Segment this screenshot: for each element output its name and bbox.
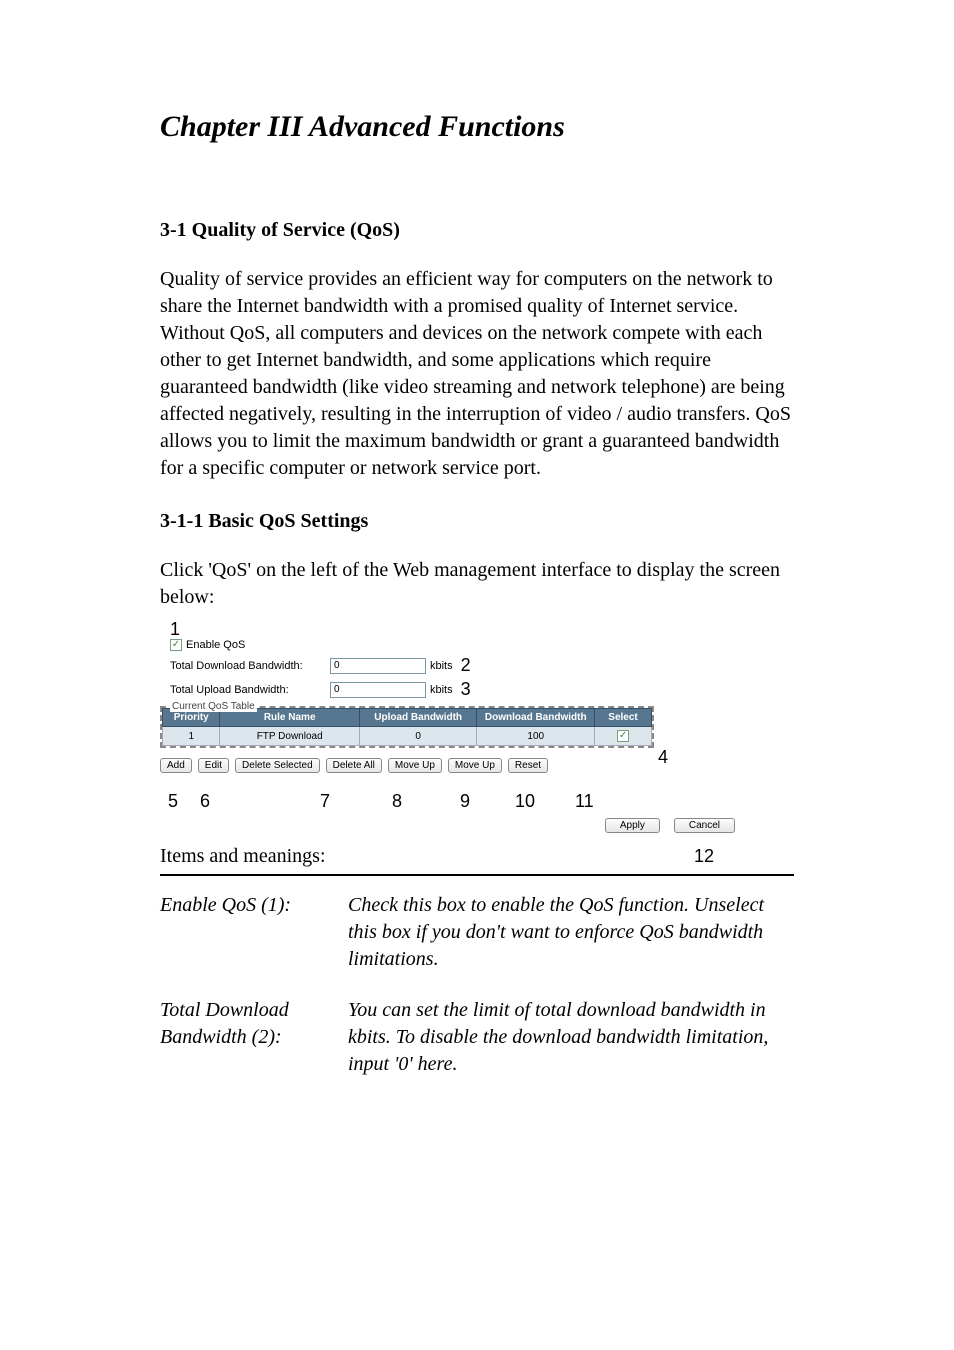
add-button[interactable]: Add [160,758,192,773]
delete-selected-button[interactable]: Delete Selected [235,758,320,773]
apply-button[interactable]: Apply [605,818,660,833]
cell-rule-name: FTP Download [220,727,359,746]
reset-button[interactable]: Reset [508,758,548,773]
items-and-meanings-label: Items and meanings: [160,845,326,868]
cell-priority: 1 [163,727,220,746]
definition-row: Enable QoS (1): Check this box to enable… [160,892,794,973]
total-download-label: Total Download Bandwidth: [170,660,330,672]
definition-row: Total Download Bandwidth (2): You can se… [160,997,794,1078]
def-term-total-download: Total Download Bandwidth (2): [160,997,320,1078]
button-row: Add Edit Delete Selected Delete All Move… [160,758,725,773]
callout-2: 2 [461,655,471,676]
def-desc-enable-qos: Check this box to enable the QoS functio… [348,892,794,973]
total-upload-label: Total Upload Bandwidth: [170,684,330,696]
col-upload-bw: Upload Bandwidth [359,709,477,727]
callout-11: 11 [575,791,594,812]
callout-7: 7 [320,791,330,812]
col-select: Select [595,709,652,727]
qos-table: Priority Rule Name Upload Bandwidth Down… [162,708,652,746]
qos-table-wrap: Current QoS Table Priority Rule Name Upl… [160,706,654,748]
enable-qos-label: Enable QoS [186,639,245,651]
callout-5: 5 [168,791,178,812]
callout-6: 6 [200,791,210,812]
move-down-button[interactable]: Move Up [448,758,502,773]
callout-1: 1 [170,619,180,640]
click-instruction: Click 'QoS' on the left of the Web manag… [160,557,794,611]
total-upload-input[interactable]: 0 [330,682,426,698]
intro-paragraph: Quality of service provides an efficient… [160,266,794,482]
section-heading-3-1: 3-1 Quality of Service (QoS) [160,219,794,242]
definitions: Enable QoS (1): Check this box to enable… [160,892,794,1078]
delete-all-button[interactable]: Delete All [326,758,382,773]
col-download-bw: Download Bandwidth [477,709,595,727]
horizontal-rule [160,874,794,876]
table-row: 1 FTP Download 0 100 ✓ [163,727,652,746]
callout-10: 10 [515,791,535,812]
callout-3: 3 [461,679,471,700]
checkmark-icon: ✓ [619,731,627,741]
cancel-button[interactable]: Cancel [674,818,735,833]
upload-unit: kbits [430,684,453,696]
cell-upload-bw: 0 [359,727,477,746]
enable-qos-checkbox[interactable]: ✓ [170,639,182,651]
move-up-button[interactable]: Move Up [388,758,442,773]
callout-12: 12 [694,846,794,867]
qos-table-legend: Current QoS Table [170,701,257,712]
callout-9: 9 [460,791,470,812]
qos-screenshot: 1 ✓ Enable QoS Total Download Bandwidth:… [160,639,725,835]
def-desc-total-download: You can set the limit of total download … [348,997,794,1078]
def-term-enable-qos: Enable QoS (1): [160,892,320,973]
edit-button[interactable]: Edit [198,758,229,773]
callout-8: 8 [392,791,402,812]
row-select-checkbox[interactable]: ✓ [617,730,629,742]
cell-download-bw: 100 [477,727,595,746]
apply-cancel-row: Apply Cancel [605,818,735,833]
checkmark-icon: ✓ [172,640,180,650]
download-unit: kbits [430,660,453,672]
chapter-title: Chapter III Advanced Functions [160,110,794,144]
callout-4: 4 [658,747,668,768]
section-heading-3-1-1: 3-1-1 Basic QoS Settings [160,510,794,533]
total-download-input[interactable]: 0 [330,658,426,674]
cell-select: ✓ [595,727,652,746]
